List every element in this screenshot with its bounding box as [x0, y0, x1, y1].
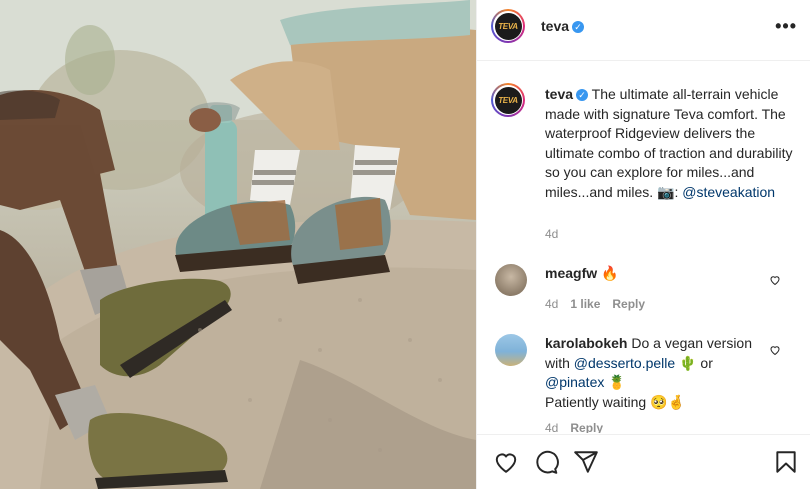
comment-mention-link[interactable]: @pinatex — [545, 374, 604, 390]
comment-username[interactable]: karolabokeh — [545, 335, 627, 351]
comment-emoji: 🍍 — [608, 374, 626, 390]
author-name-row: teva ✓ — [541, 18, 585, 36]
caption-username[interactable]: teva — [545, 86, 573, 102]
comment-text: 🔥 — [601, 265, 619, 281]
comment-reply-button[interactable]: Reply — [612, 297, 645, 311]
author-username[interactable]: teva — [541, 18, 569, 34]
comment-time: 4d — [545, 297, 559, 311]
action-bar — [477, 434, 810, 489]
author-avatar[interactable]: TEVA — [491, 9, 525, 43]
post-photo[interactable] — [0, 0, 476, 489]
comment-emoji: 🥺🤞 — [650, 393, 685, 410]
post-header: TEVA teva ✓ ••• — [477, 0, 810, 61]
caption-verified-icon: ✓ — [576, 89, 589, 102]
comment-mention-link[interactable]: @desserto.pelle — [574, 355, 675, 371]
comment-likes-count[interactable]: 1 like — [570, 297, 600, 311]
comment-like-heart-icon[interactable] — [769, 274, 781, 286]
comment-1-meta: 4d 1 like Reply — [545, 297, 645, 311]
comments-scroll-area[interactable]: TEVA teva ✓ The ultimate all-terrain vehi… — [477, 61, 810, 433]
instagram-post: TEVA teva ✓ ••• TEVA teva ✓ The ultimate a… — [0, 0, 810, 489]
comment-2: karolabokeh Do a vegan version with @des… — [545, 334, 765, 412]
caption-text: The ultimate all-terrain vehicle made wi… — [545, 86, 793, 200]
comment-like-heart-icon[interactable] — [769, 344, 781, 356]
caption-avatar[interactable]: TEVA — [491, 83, 525, 117]
caption-time: 4d — [545, 227, 559, 241]
bookmark-icon[interactable] — [773, 449, 799, 475]
comment-1: meagfw 🔥 — [545, 264, 765, 284]
comment-2-meta: 4d Reply — [545, 421, 603, 433]
comment-emoji: 🌵 — [679, 354, 697, 371]
comment-username[interactable]: meagfw — [545, 265, 597, 281]
comment-reply-button[interactable]: Reply — [570, 421, 603, 433]
comment-text: Patiently waiting — [545, 393, 647, 410]
photo-illustration — [0, 0, 476, 489]
comment-avatar[interactable] — [495, 264, 527, 296]
verified-badge-icon: ✓ — [572, 20, 585, 33]
comment-text-or: or — [700, 354, 713, 371]
comment-time: 4d — [545, 421, 559, 433]
caption-avatar-logo: TEVA — [494, 86, 522, 114]
caption-block: teva ✓ The ultimate all-terrain vehicle m… — [545, 85, 795, 202]
more-options-icon[interactable]: ••• — [775, 16, 797, 37]
post-side-panel: TEVA teva ✓ ••• TEVA teva ✓ The ultimate a… — [476, 0, 810, 489]
share-icon[interactable] — [573, 449, 599, 475]
caption-mention-link[interactable]: @steveakation — [682, 184, 775, 200]
comment-avatar[interactable] — [495, 334, 527, 366]
heart-icon[interactable] — [493, 449, 519, 475]
avatar-logo: TEVA — [494, 12, 522, 40]
comment-icon[interactable] — [533, 449, 559, 475]
